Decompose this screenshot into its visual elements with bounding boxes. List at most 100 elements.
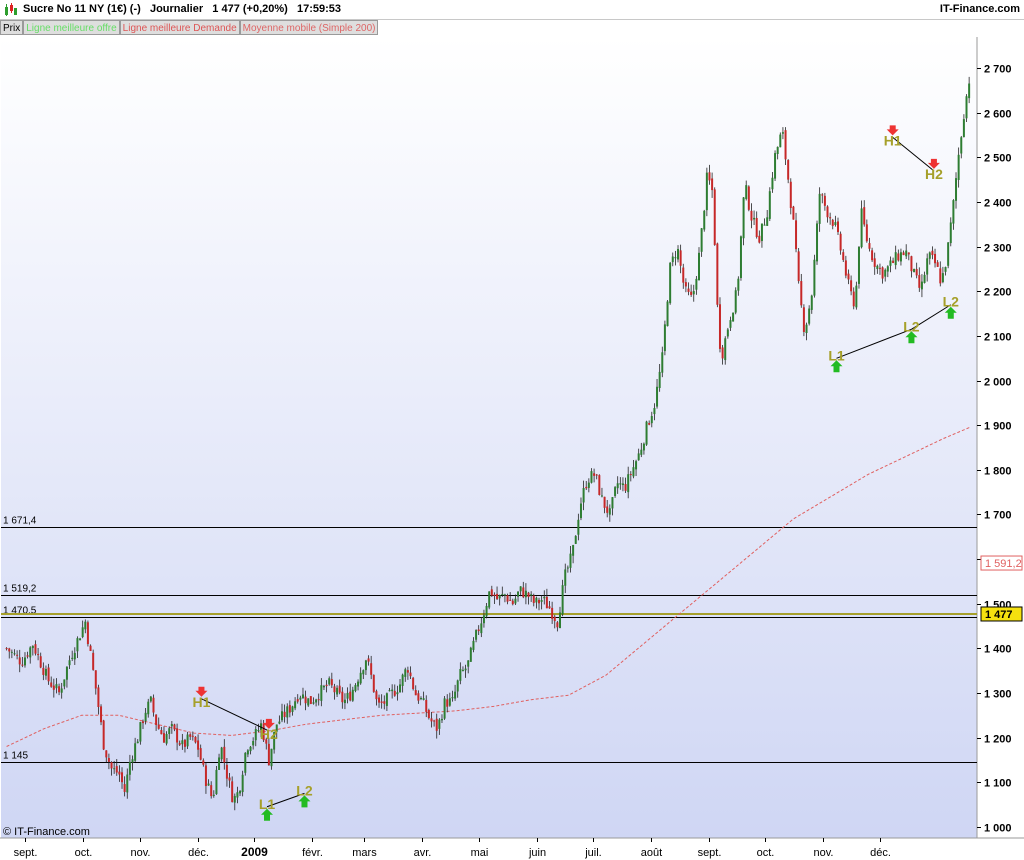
candle-down xyxy=(831,219,834,226)
candle-up xyxy=(501,593,504,595)
candle-up xyxy=(422,698,425,700)
candle-down xyxy=(34,644,37,654)
candle-up xyxy=(440,718,443,721)
candle-up xyxy=(658,371,661,389)
candle-down xyxy=(902,252,905,256)
candle-down xyxy=(750,210,753,221)
candle-down xyxy=(850,280,853,292)
candle-up xyxy=(301,694,304,699)
candle-up xyxy=(254,729,257,741)
reference-line-label: 1 145 xyxy=(3,751,28,762)
candle-down xyxy=(931,250,934,256)
candle-up xyxy=(44,669,47,676)
candle-down xyxy=(548,606,551,609)
pattern-label: L2 xyxy=(943,294,960,310)
candle-up xyxy=(763,224,766,226)
candle-up xyxy=(385,693,388,706)
candle-up xyxy=(952,200,955,224)
candle-down xyxy=(26,655,29,657)
candle-up xyxy=(535,597,538,603)
candle-down xyxy=(506,595,509,602)
candle-up xyxy=(126,774,129,793)
candle-up xyxy=(876,265,879,270)
candle-up xyxy=(299,697,302,700)
candle-down xyxy=(333,686,336,693)
candle-up xyxy=(278,721,281,724)
candle-up xyxy=(726,329,729,337)
candle-up xyxy=(558,612,561,629)
y-tick-label: 2 600 xyxy=(984,109,1012,121)
candle-up xyxy=(215,769,218,795)
candle-down xyxy=(939,268,942,284)
y-tick-label: 2 000 xyxy=(984,377,1012,389)
x-tick-label: oct. xyxy=(75,847,93,859)
candle-up xyxy=(131,759,134,763)
candle-up xyxy=(454,691,457,699)
candle-up xyxy=(621,483,624,486)
pattern-label: L1 xyxy=(259,796,276,812)
candle-up xyxy=(291,706,294,712)
candle-up xyxy=(590,471,593,483)
candle-up xyxy=(359,672,362,684)
candle-up xyxy=(514,598,517,604)
chart-window: 1 671,4 1 519,2 1 470,5 1 145 1 000 1 100 1 20… xyxy=(0,0,1024,860)
candle-up xyxy=(587,482,590,488)
candle-down xyxy=(553,616,556,622)
candle-down xyxy=(393,690,396,696)
candle-up xyxy=(443,698,446,719)
legend-best-demand-line[interactable]: Ligne meilleure Demande xyxy=(119,20,240,35)
candle-down xyxy=(47,667,50,682)
candle-down xyxy=(545,596,548,609)
candle-up xyxy=(635,461,638,470)
candle-up xyxy=(364,660,367,671)
candle-up xyxy=(677,248,680,260)
candle-up xyxy=(399,684,402,693)
candle-up xyxy=(566,567,569,569)
candle-down xyxy=(708,172,711,181)
candle-down xyxy=(789,181,792,209)
candle-up xyxy=(65,666,68,680)
candle-up xyxy=(886,266,889,272)
candle-up xyxy=(627,474,630,493)
legend-moving-average[interactable]: Moyenne mobile (Simple 200) xyxy=(239,20,379,35)
candle-up xyxy=(889,260,892,266)
candle-up xyxy=(632,467,635,477)
candle-down xyxy=(679,250,682,266)
candle-down xyxy=(936,262,939,267)
candle-up xyxy=(577,519,580,535)
candle-down xyxy=(296,699,299,702)
price-chart[interactable]: 1 671,41 519,21 470,51 1451 0001 1001 20… xyxy=(0,0,1024,860)
candle-up xyxy=(485,605,488,617)
candle-up xyxy=(669,262,672,304)
candle-up xyxy=(608,508,611,515)
copyright-text: © IT-Finance.com xyxy=(3,826,90,838)
pattern-label: H1 xyxy=(192,694,210,710)
candle-up xyxy=(944,267,947,272)
candle-up xyxy=(459,668,462,681)
candle-up xyxy=(742,197,745,239)
candle-up xyxy=(962,119,965,138)
x-tick-label: juin xyxy=(528,847,546,859)
candle-up xyxy=(928,252,931,259)
candle-down xyxy=(721,347,724,359)
candle-down xyxy=(527,592,530,598)
candle-up xyxy=(816,223,819,262)
candle-down xyxy=(86,622,89,645)
candle-up xyxy=(805,324,808,333)
candle-up xyxy=(218,757,221,770)
x-tick-label: déc. xyxy=(870,847,891,859)
candle-down xyxy=(915,269,918,276)
candle-up xyxy=(569,553,572,568)
pattern-label: H2 xyxy=(260,726,278,742)
candle-down xyxy=(325,684,328,687)
candle-up xyxy=(692,291,695,295)
candle-up xyxy=(619,483,622,485)
candle-up xyxy=(220,747,223,760)
candle-down xyxy=(210,785,213,797)
legend-prix[interactable]: Prix xyxy=(0,20,24,35)
candle-up xyxy=(294,701,297,709)
candle-up xyxy=(79,638,82,641)
candle-up xyxy=(488,591,491,608)
legend-best-offer-line[interactable]: Ligne meilleure offre xyxy=(23,20,120,35)
candle-up xyxy=(498,595,501,599)
